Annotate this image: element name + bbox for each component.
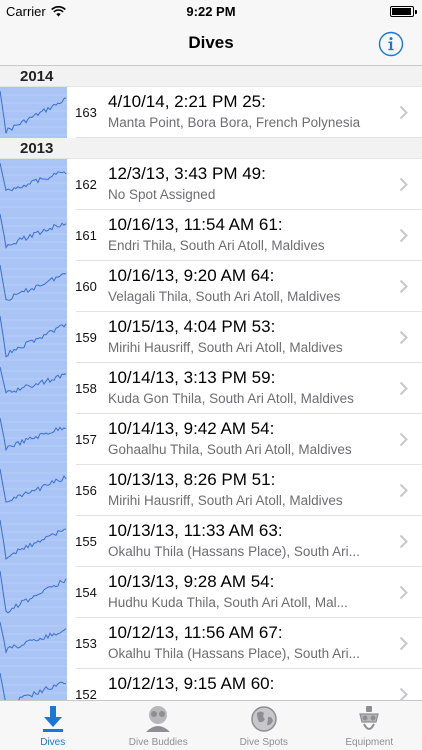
dive-row-157[interactable]: 157 10/14/13, 9:42 AM 54: Gohaalhu Thila… (0, 414, 422, 465)
dive-number: 157 (75, 432, 97, 447)
buddies-icon (146, 706, 171, 732)
dive-row-153[interactable]: 153 10/12/13, 11:56 AM 67: Okalhu Thila … (0, 618, 422, 669)
chevron-right-icon (399, 105, 408, 120)
dive-number: 156 (75, 483, 97, 498)
dive-row-158[interactable]: 158 10/14/13, 3:13 PM 59: Kuda Gon Thila… (0, 363, 422, 414)
dive-row-154[interactable]: 154 10/13/13, 9:28 AM 54: Hudhu Kuda Thi… (0, 567, 422, 618)
status-time: 9:22 PM (186, 4, 236, 19)
chevron-right-icon (399, 585, 408, 600)
dive-title: 10/16/13, 11:54 AM 61: (108, 215, 283, 234)
dive-row-155[interactable]: 155 10/13/13, 11:33 AM 63: Okalhu Thila … (0, 516, 422, 567)
dive-number: 153 (75, 636, 97, 651)
page-title: Dives (188, 33, 234, 52)
dive-location: Okalhu Thila (Hassans Place), South Ari.… (108, 646, 360, 661)
chevron-right-icon (399, 432, 408, 447)
dive-title: 10/14/13, 3:13 PM 59: (108, 368, 276, 387)
dive-profile-thumbnail (0, 159, 67, 210)
dive-location: Manta Point, Bora Bora, French Polynesia (108, 115, 361, 130)
dive-profile-thumbnail (0, 516, 67, 567)
chevron-right-icon (399, 636, 408, 651)
dive-title: 10/13/13, 9:28 AM 54: (108, 572, 275, 591)
tab-dive-spots[interactable]: Dive Spots (211, 701, 317, 750)
dive-location: Kuda Gon Thila, South Ari Atoll, Maldive… (108, 391, 354, 406)
dive-title: 12/3/13, 3:43 PM 49: (108, 164, 266, 183)
chevron-right-icon (399, 330, 408, 345)
section-header-2013: 2013 (0, 138, 422, 159)
dive-profile-thumbnail (0, 87, 67, 138)
dive-title: 10/15/13, 4:04 PM 53: (108, 317, 276, 336)
section-year: 2014 (20, 68, 54, 85)
dive-profile-thumbnail (0, 363, 67, 414)
navigation-bar: Dives (0, 22, 422, 66)
tab-dive-buddies[interactable]: Dive Buddies (106, 701, 212, 750)
dive-row-162[interactable]: 162 12/3/13, 3:43 PM 49: No Spot Assigne… (0, 159, 422, 210)
tab-equipment[interactable]: Equipment (317, 701, 422, 750)
tab-label: Dive Spots (239, 737, 288, 748)
dive-title: 10/13/13, 8:26 PM 51: (108, 470, 276, 489)
dive-row-161[interactable]: 161 10/16/13, 11:54 AM 61: Endri Thila, … (0, 210, 422, 261)
dive-profile-thumbnail (0, 618, 67, 669)
section-header-2014: 2014 (0, 66, 422, 87)
dive-location: Gohaalhu Thila, South Ari Atoll, Maldive… (108, 442, 352, 457)
dive-title: 10/12/13, 9:15 AM 60: (108, 674, 275, 693)
chevron-right-icon (399, 228, 408, 243)
chevron-right-icon (399, 687, 408, 700)
chevron-right-icon (399, 279, 408, 294)
dive-number: 154 (75, 585, 97, 600)
dive-title: 4/10/14, 2:21 PM 25: (108, 92, 266, 111)
dive-number: 163 (75, 105, 97, 120)
download-arrow-icon (42, 706, 63, 732)
tab-bar: Dives Dive Buddies Dive Spots Equipment (0, 700, 422, 750)
dive-title: 10/14/13, 9:42 AM 54: (108, 419, 275, 438)
dive-number: 161 (75, 228, 97, 243)
chevron-right-icon (399, 177, 408, 192)
dive-gear-icon (359, 706, 380, 730)
chevron-right-icon (399, 381, 408, 396)
globe-icon (251, 706, 277, 732)
status-bar: Carrier 9:22 PM (0, 0, 422, 22)
dive-profile-thumbnail (0, 669, 67, 700)
dive-number: 158 (75, 381, 97, 396)
tab-label: Equipment (345, 737, 394, 748)
dive-list[interactable]: 2014 163 4/10/14, 2:21 PM 25: Manta Poin… (0, 66, 422, 700)
dive-profile-thumbnail (0, 312, 67, 363)
dive-profile-thumbnail (0, 261, 67, 312)
chevron-right-icon (399, 483, 408, 498)
tab-label: Dive Buddies (128, 737, 188, 748)
dive-profile-thumbnail (0, 567, 67, 618)
dive-row-159[interactable]: 159 10/15/13, 4:04 PM 53: Mirihi Hausrif… (0, 312, 422, 363)
tab-label: Dives (40, 737, 66, 748)
dive-location: Mirihi Hausriff, South Ari Atoll, Maldiv… (108, 340, 343, 355)
dive-number: 155 (75, 534, 97, 549)
dive-location: Okalhu Thila (Hassans Place), South Ari.… (108, 544, 360, 559)
dive-title: 10/13/13, 11:33 AM 63: (108, 521, 283, 540)
dive-profile-thumbnail (0, 465, 67, 516)
dive-title: 10/16/13, 9:20 AM 64: (108, 266, 275, 285)
dive-row-152[interactable]: 152 10/12/13, 9:15 AM 60: (0, 669, 422, 700)
dive-number: 160 (75, 279, 97, 294)
dive-number: 162 (75, 177, 97, 192)
dive-location: Endri Thila, South Ari Atoll, Maldives (108, 238, 325, 253)
dive-row-160[interactable]: 160 10/16/13, 9:20 AM 64: Velagali Thila… (0, 261, 422, 312)
dive-profile-thumbnail (0, 210, 67, 261)
section-year: 2013 (20, 140, 54, 157)
dive-profile-thumbnail (0, 414, 67, 465)
chevron-right-icon (399, 534, 408, 549)
battery-icon (390, 6, 417, 17)
dive-location: Hudhu Kuda Thila, South Ari Atoll, Mal..… (108, 595, 348, 610)
info-button[interactable] (378, 31, 404, 57)
tab-dives[interactable]: Dives (0, 701, 106, 750)
dive-location: Mirihi Hausriff, South Ari Atoll, Maldiv… (108, 493, 343, 508)
dive-row-163[interactable]: 163 4/10/14, 2:21 PM 25: Manta Point, Bo… (0, 87, 422, 138)
dive-location: No Spot Assigned (108, 187, 216, 202)
dive-row-156[interactable]: 156 10/13/13, 8:26 PM 51: Mirihi Hausrif… (0, 465, 422, 516)
dive-title: 10/12/13, 11:56 AM 67: (108, 623, 283, 642)
dive-number: 152 (75, 687, 97, 700)
dive-number: 159 (75, 330, 97, 345)
dive-location: Velagali Thila, South Ari Atoll, Maldive… (108, 289, 341, 304)
